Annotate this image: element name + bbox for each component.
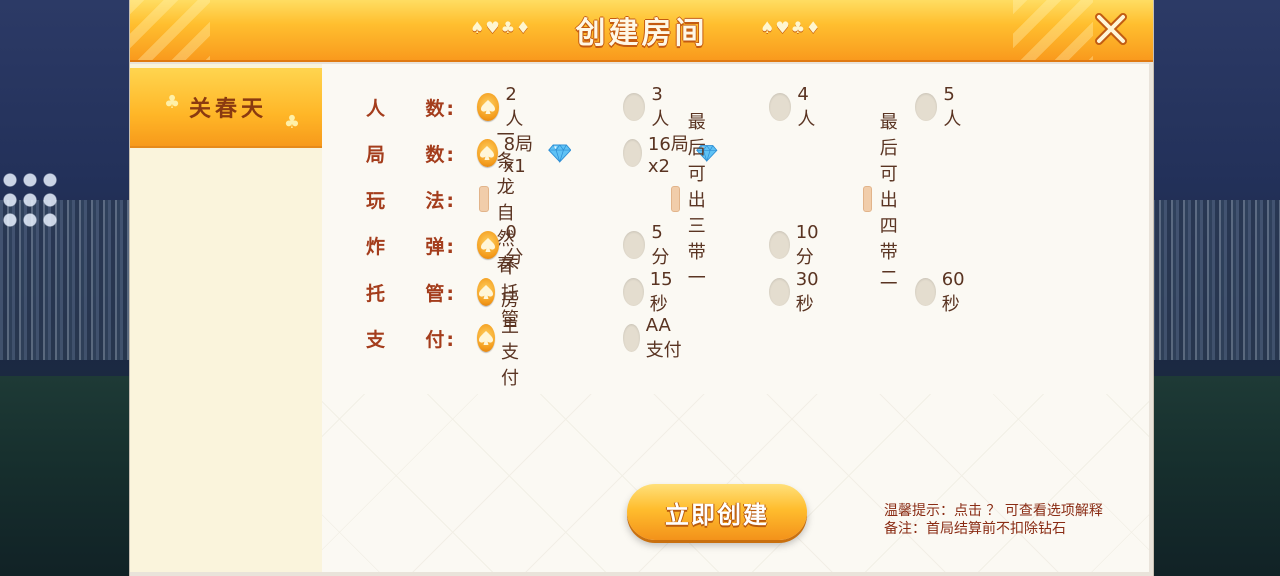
- row-label: 玩法:: [366, 189, 456, 212]
- close-icon: [1095, 13, 1127, 45]
- option-label: 10分: [795, 221, 819, 268]
- spade-icon: [479, 331, 493, 345]
- suits-decoration-right: ♠♥♣♦: [760, 18, 822, 37]
- radio-unselected[interactable]: [769, 278, 790, 306]
- close-button[interactable]: [1091, 9, 1131, 49]
- option-label: 60秒: [941, 268, 965, 315]
- radio-selected[interactable]: [477, 324, 495, 352]
- row-label: 人数:: [366, 97, 456, 120]
- radio-unselected[interactable]: [623, 93, 646, 121]
- diamond-icon: [547, 144, 571, 164]
- club-icon: ♣: [164, 92, 185, 113]
- option-play-four-with-two[interactable]: 最后可出四带二: [863, 108, 915, 290]
- option-payment-aa[interactable]: AA支付: [623, 315, 682, 362]
- option-label: 最后可出三带一: [687, 112, 706, 289]
- option-bomb-5[interactable]: 5分: [623, 222, 675, 269]
- row-label: 支付:: [366, 328, 456, 351]
- sidebar-item-label: 关春天: [188, 97, 267, 122]
- option-players-4[interactable]: 4人: [769, 84, 821, 131]
- tip-note: 备注：首局结算前不扣除钻石: [884, 521, 1066, 537]
- spade-icon: [481, 100, 496, 114]
- option-label: 房主支付: [501, 290, 519, 389]
- tips-text: 温馨提示：点击 ？ 可查看选项解释 备注：首局结算前不扣除钻石: [884, 502, 1103, 538]
- option-players-3[interactable]: 3人: [623, 84, 675, 131]
- create-room-button[interactable]: 立即创建: [627, 484, 807, 540]
- radio-unselected[interactable]: [623, 231, 646, 259]
- option-label: 5人: [943, 83, 962, 130]
- checkbox[interactable]: [671, 186, 680, 212]
- option-payment-host[interactable]: 房主支付: [477, 286, 529, 390]
- option-bomb-10[interactable]: 10分: [769, 222, 826, 269]
- radio-unselected[interactable]: [769, 93, 792, 121]
- option-label: 5分: [651, 221, 670, 268]
- radio-unselected[interactable]: [623, 139, 642, 167]
- background-field-left: [0, 376, 140, 576]
- radio-unselected[interactable]: [623, 278, 644, 306]
- checkbox[interactable]: [479, 186, 489, 212]
- option-label: 30秒: [795, 268, 819, 315]
- radio-unselected[interactable]: [623, 324, 640, 352]
- club-icon: ♣: [283, 112, 304, 133]
- option-auto-60s[interactable]: 60秒: [915, 269, 972, 316]
- radio-unselected[interactable]: [915, 278, 936, 306]
- tip-hint: 温馨提示：点击 ？ 可查看选项解释: [884, 503, 1103, 519]
- sidebar-item-guan-chun-tian[interactable]: ♣ 关春天 ♣: [130, 68, 326, 148]
- option-play-three-with-one[interactable]: 最后可出三带一: [671, 108, 723, 290]
- radio-selected[interactable]: [477, 93, 500, 121]
- radio-unselected[interactable]: [769, 231, 790, 259]
- checkbox[interactable]: [863, 186, 872, 212]
- option-label: 最后可出四带二: [879, 112, 898, 289]
- stadium-lights: [0, 170, 60, 230]
- background-field-right: [1140, 376, 1280, 576]
- option-players-5[interactable]: 5人: [915, 84, 967, 131]
- dialog-title: 创建房间: [575, 16, 708, 51]
- background-crowd-right: [1140, 200, 1280, 360]
- option-label: 4人: [797, 83, 816, 130]
- row-label: 炸弹:: [366, 235, 456, 258]
- create-room-dialog: ♠♥♣♦ 创建房间 ♠♥♣♦ ♣ 关春天 ♣ 人数: 2人 3人 4人 5人 局…: [129, 0, 1154, 576]
- option-label: 15秒: [649, 268, 673, 315]
- row-label: 局数:: [366, 143, 456, 166]
- option-label: AA支付: [645, 314, 682, 361]
- dialog-title-bar: ♠♥♣♦ 创建房间 ♠♥♣♦: [130, 0, 1153, 62]
- option-auto-30s[interactable]: 30秒: [769, 269, 826, 316]
- radio-unselected[interactable]: [915, 93, 938, 121]
- background-pattern: [322, 394, 1149, 572]
- option-auto-15s[interactable]: 15秒: [623, 269, 680, 316]
- options-panel: 人数: 2人 3人 4人 5人 局数: 8局x1 16局x2 玩 法: 一条龙自…: [322, 64, 1149, 572]
- spade-icon: [481, 238, 496, 252]
- row-label: 托管:: [366, 282, 456, 305]
- game-type-sidebar: ♣ 关春天 ♣: [130, 64, 326, 572]
- create-room-button-label: 立即创建: [665, 500, 769, 529]
